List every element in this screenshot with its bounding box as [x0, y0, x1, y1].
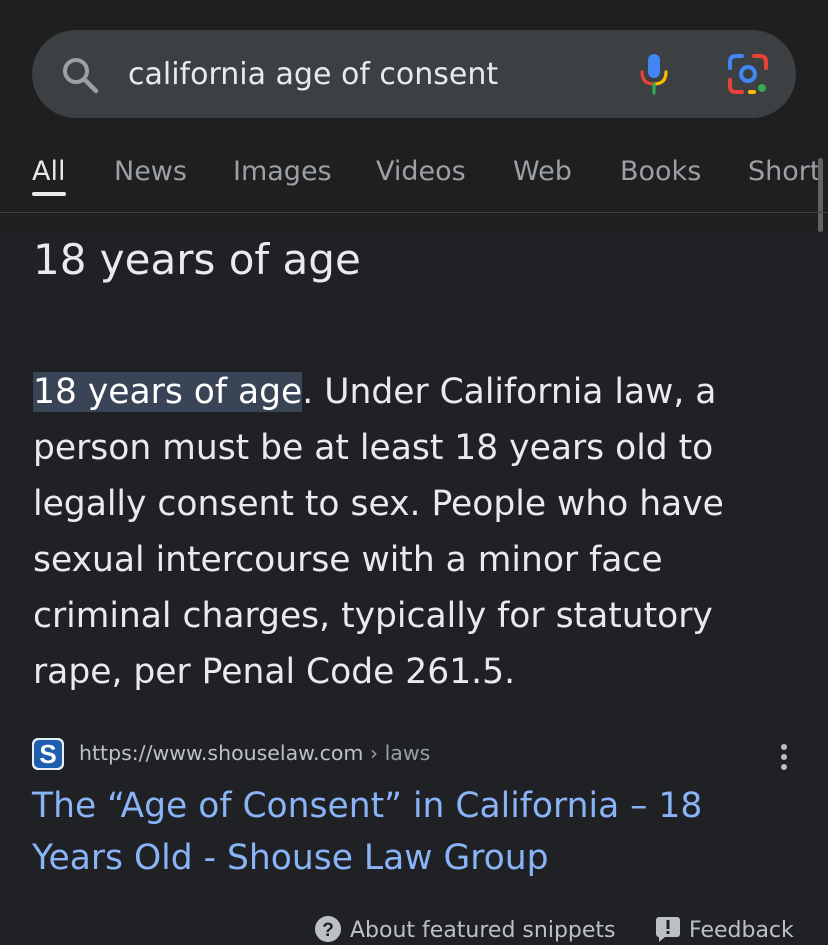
tab-short[interactable]: Short — [748, 156, 820, 188]
tab-web[interactable]: Web — [513, 156, 572, 188]
source-url[interactable]: https://www.shouselaw.com › laws — [79, 739, 430, 767]
result-title-link[interactable]: The “Age of Consent” in California – 18 … — [32, 780, 792, 884]
featured-snippet-text: 18 years of age. Under California law, a… — [33, 364, 803, 700]
about-featured-snippets-link[interactable]: ? About featured snippets — [314, 916, 616, 945]
more-vert-icon[interactable] — [776, 738, 792, 774]
active-tab-indicator — [32, 192, 66, 196]
snippet-body: . Under California law, a person must be… — [33, 372, 724, 692]
feedback-icon — [656, 917, 680, 942]
source-breadcrumb: › laws — [363, 741, 431, 765]
svg-text:?: ? — [322, 920, 334, 941]
about-label: About featured snippets — [350, 918, 616, 943]
feedback-link[interactable]: Feedback — [655, 917, 794, 945]
search-input[interactable]: california age of consent — [128, 57, 498, 93]
tab-images[interactable]: Images — [233, 156, 332, 188]
tab-news[interactable]: News — [114, 156, 187, 188]
search-icon[interactable] — [60, 55, 100, 95]
search-tabs: All News Images Videos Web Books Short — [0, 148, 828, 208]
tab-videos[interactable]: Videos — [376, 156, 466, 188]
snippet-highlight: 18 years of age — [33, 372, 303, 412]
feedback-label: Feedback — [689, 918, 794, 943]
snippet-footer: ? About featured snippets Feedback — [0, 910, 828, 943]
help-icon: ? — [315, 916, 341, 942]
shouselaw-favicon-icon: S — [32, 738, 64, 770]
favicon-letter: S — [39, 739, 56, 769]
tabs-scrollbar[interactable] — [818, 158, 823, 232]
tab-all[interactable]: All — [32, 156, 65, 188]
lens-icon[interactable] — [726, 52, 770, 96]
tab-books[interactable]: Books — [620, 156, 701, 188]
source-row: S https://www.shouselaw.com › laws — [32, 736, 796, 776]
featured-answer-title: 18 years of age — [33, 235, 361, 284]
source-domain: https://www.shouselaw.com — [79, 741, 364, 765]
tabs-divider — [0, 212, 828, 213]
mic-icon[interactable] — [634, 52, 674, 96]
